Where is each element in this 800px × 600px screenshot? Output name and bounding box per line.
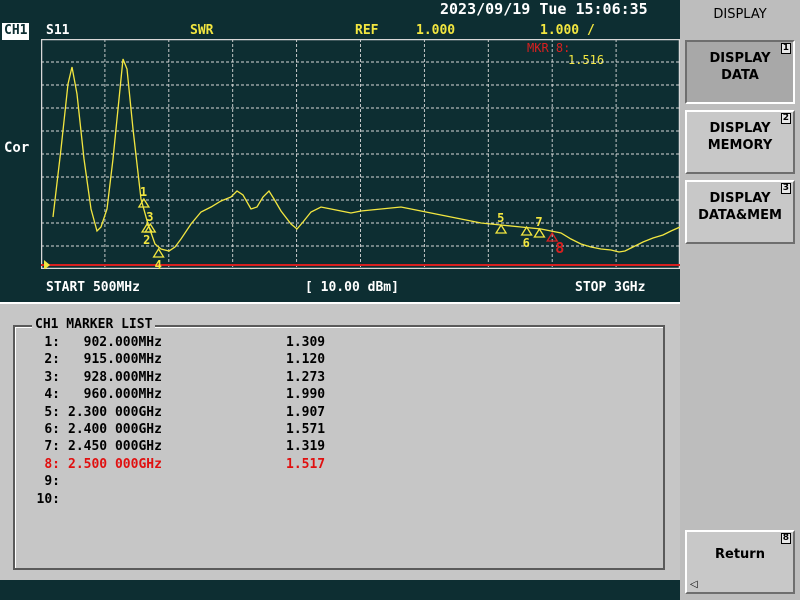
marker-index: 8: xyxy=(44,456,60,472)
bottom-strip xyxy=(0,580,680,600)
plot-marker-7: 7 xyxy=(533,215,546,238)
softkey-number: 8 xyxy=(780,533,791,544)
marker-number: 5 xyxy=(497,211,504,225)
marker-freq: 2.500 000GHz xyxy=(68,456,162,472)
plot-grid xyxy=(41,39,680,269)
marker-list-panel: CH1 MARKER LIST 1: 902.000MHz 1.309 2: 915… xyxy=(0,302,680,580)
marker-number: 2 xyxy=(143,233,150,247)
display-data-button[interactable]: 1 DISPLAY DATA xyxy=(685,40,795,104)
marker-number: 4 xyxy=(155,258,162,269)
plot-markers: 1 2 3 4 5 678 xyxy=(137,185,564,269)
marker-index: 6: xyxy=(44,422,60,437)
marker-index: 5: xyxy=(44,404,60,420)
marker-index: 3: xyxy=(44,369,60,385)
marker-index: 9: xyxy=(44,474,60,490)
marker-freq: 902.000MHz xyxy=(68,335,162,350)
ref-value: 1.000 xyxy=(416,23,456,38)
marker-number: 8 xyxy=(555,239,564,257)
marker-freq: 928.000MHz xyxy=(68,369,162,385)
softkey-number: 3 xyxy=(780,183,791,194)
plot-marker-8: 8 xyxy=(546,231,564,257)
scale-value: 1.000 / xyxy=(540,23,595,38)
plot-marker-1: 1 xyxy=(137,185,151,208)
plot-marker-5: 5 xyxy=(494,211,508,234)
marker-value: 1.907 xyxy=(286,404,326,420)
marker-value: 1.319 xyxy=(286,439,326,455)
marker-freq: 2.300 000GHz xyxy=(68,404,162,420)
softkey-label: DISPLAY MEMORY xyxy=(707,121,773,153)
marker-index: 7: xyxy=(44,439,60,455)
source-power: [ 10.00 dBm] xyxy=(305,280,399,295)
plot-marker-6: 6 xyxy=(520,225,533,250)
return-button[interactable]: 8 Return ◁ xyxy=(685,530,795,594)
marker-value: 1.309 xyxy=(286,335,326,350)
return-arrow-icon: ◁ xyxy=(690,579,698,590)
marker-number: 1 xyxy=(140,185,147,199)
softkey-number: 1 xyxy=(780,43,791,54)
marker-index: 2: xyxy=(44,352,60,368)
marker-triangle xyxy=(533,227,546,238)
start-frequency: START 500MHz xyxy=(46,280,140,295)
marker-index: 4: xyxy=(44,387,60,403)
format-label: SWR xyxy=(190,23,214,38)
marker-value: 1.273 xyxy=(286,369,326,385)
marker-freq: 2.400 000GHz xyxy=(68,422,162,437)
swr-trace-plot: 1 2 3 4 5 678 xyxy=(41,39,680,269)
marker-value: 1.571 xyxy=(286,422,326,437)
marker-index: 10: xyxy=(36,491,60,507)
marker-value: 1.990 xyxy=(286,387,326,403)
marker-freq: 960.000MHz xyxy=(68,387,162,403)
datetime-display: 2023/09/19 Tue 15:06:35 xyxy=(440,0,648,18)
marker-freq: 2.450 000GHz xyxy=(68,439,162,455)
marker-list-title: CH1 MARKER LIST xyxy=(32,317,156,332)
marker-number: 7 xyxy=(535,215,542,229)
stop-frequency: STOP 3GHz xyxy=(575,280,646,295)
channel-label: CH1 xyxy=(2,23,30,40)
correction-indicator: Cor xyxy=(4,140,30,156)
ref-label: REF xyxy=(355,23,379,38)
softkey-menu-title: DISPLAY xyxy=(713,7,767,22)
softkey-number: 2 xyxy=(780,113,791,124)
marker-value: 1.517 xyxy=(286,456,326,472)
marker-value: 1.120 xyxy=(286,352,326,368)
marker-number: 6 xyxy=(523,236,530,250)
softkey-label: Return xyxy=(715,547,765,562)
marker-index: 1: xyxy=(44,335,60,350)
marker-triangle xyxy=(152,247,165,258)
marker-number: 3 xyxy=(146,210,153,224)
parameter-label: S11 xyxy=(46,23,70,38)
marker-triangle xyxy=(494,223,508,234)
softkey-label: DISPLAY DATA xyxy=(709,51,771,83)
plot-marker-2: 2 xyxy=(140,222,154,247)
softkey-label: DISPLAY DATA&MEM xyxy=(698,191,782,223)
marker-freq: 915.000MHz xyxy=(68,352,162,368)
display-memory-button[interactable]: 2 DISPLAY MEMORY xyxy=(685,110,795,174)
reference-pointer xyxy=(44,260,50,269)
display-data-mem-button[interactable]: 3 DISPLAY DATA&MEM xyxy=(685,180,795,244)
